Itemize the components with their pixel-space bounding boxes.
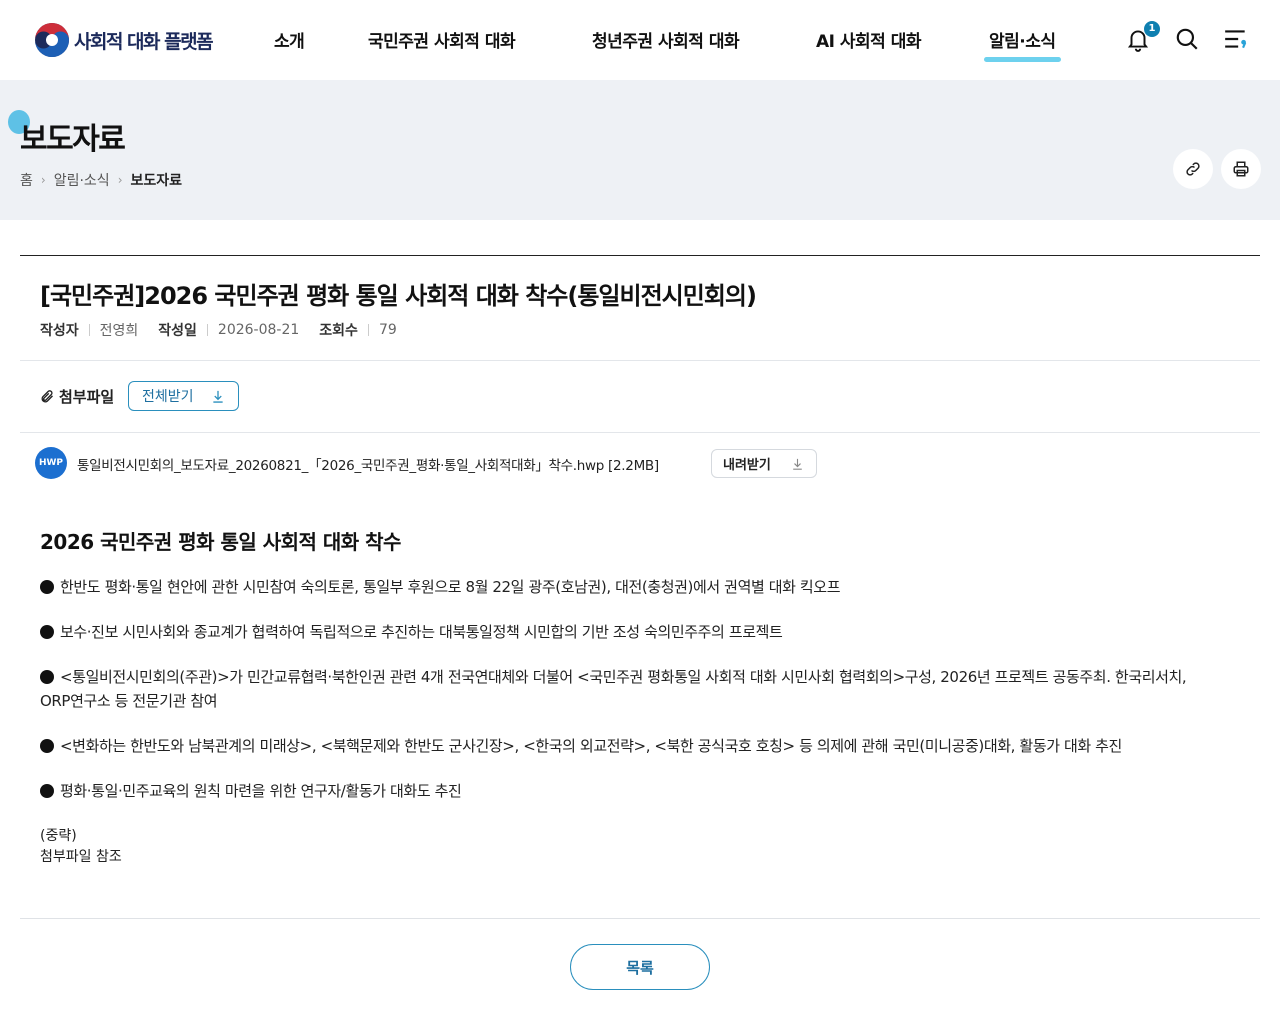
list-button[interactable]: 목록 — [570, 944, 710, 990]
chevron-right-icon: › — [40, 173, 46, 187]
taegeuk-logo-icon — [35, 23, 69, 57]
site-logo[interactable]: 사회적 대화 플랫폼 — [34, 22, 214, 58]
author-label: 작성자 — [40, 323, 79, 339]
download-all-button[interactable]: 전체받기 — [128, 381, 239, 411]
copy-link-button[interactable] — [1173, 149, 1213, 189]
paperclip-icon — [41, 390, 53, 403]
bullet-dot — [40, 625, 54, 639]
article-bottom-divider — [20, 918, 1260, 919]
article-title: [국민주권]2026 국민주권 평화 통일 사회적 대화 착수(통일비전시민회의… — [40, 282, 757, 310]
attachment-label: 첨부파일 — [40, 386, 114, 407]
menu-icon[interactable] — [1223, 26, 1249, 52]
search-icon[interactable] — [1174, 26, 1200, 52]
bullet-dot — [40, 739, 54, 753]
divider — [20, 360, 1260, 361]
page-banner — [0, 80, 1280, 220]
article-top-divider — [20, 255, 1260, 256]
breadcrumb-news[interactable]: 알림·소식 — [54, 170, 110, 190]
file-download-button[interactable]: 내려받기 — [711, 449, 817, 478]
nav-item-intro[interactable]: 소개 — [274, 27, 305, 52]
author-value: 전영희 — [99, 323, 139, 339]
download-all-label: 전체받기 — [142, 389, 194, 405]
date-value: 2026-08-21 — [217, 322, 300, 338]
bullet-dot — [40, 670, 54, 684]
link-icon — [1186, 162, 1200, 176]
hwp-file-icon: HWP — [35, 447, 67, 479]
nav-item-ai-dialogue[interactable]: AI 사회적 대화 — [816, 27, 922, 52]
body-bullet: <통일비전시민회의(주관)>가 민간교류협력·북한인권 관련 4개 전국연대체와… — [40, 668, 1222, 710]
body-bullet: 보수·진보 시민사회와 종교계가 협력하여 독립적으로 추진하는 대북통일정책 … — [40, 620, 1250, 644]
bullet-dot — [40, 784, 54, 798]
notification-badge: 1 — [1144, 21, 1160, 37]
chevron-right-icon: › — [117, 173, 123, 187]
print-icon — [1233, 161, 1249, 177]
see-attachment-note: 첨부파일 참조 — [40, 849, 122, 865]
nav-item-news[interactable]: 알림·소식 — [984, 27, 1061, 62]
file-download-label: 내려받기 — [723, 458, 771, 473]
views-value: 79 — [378, 322, 397, 338]
article-meta: 작성자 전영희 작성일 2026-08-21 조회수 79 — [40, 320, 417, 340]
meta-divider — [367, 324, 369, 336]
body-bullet: 한반도 평화·통일 현안에 관한 시민참여 숙의토론, 통일부 후원으로 8월 … — [40, 575, 1250, 599]
breadcrumb-home[interactable]: 홈 — [20, 170, 33, 190]
logo-text: 사회적 대화 플랫폼 — [74, 30, 214, 53]
date-label: 작성일 — [158, 323, 197, 339]
breadcrumb: 홈 › 알림·소식 › 보도자료 — [20, 170, 182, 190]
views-label: 조회수 — [319, 323, 358, 339]
site-header: 사회적 대화 플랫폼 소개 국민주권 사회적 대화 청년주권 사회적 대화 AI… — [0, 0, 1280, 80]
meta-divider — [206, 324, 208, 336]
body-bullet: <변화하는 한반도와 남북관계의 미래상>, <북핵문제와 한반도 군사긴장>,… — [40, 734, 1250, 758]
breadcrumb-current: 보도자료 — [130, 173, 183, 189]
body-bullet: 평화·통일·민주교육의 원칙 마련을 위한 연구자/활동가 대화도 추진 — [40, 779, 1250, 803]
page-title: 보도자료 — [20, 122, 126, 157]
nav-item-youth-dialogue[interactable]: 청년주권 사회적 대화 — [592, 27, 740, 52]
attachment-file-name[interactable]: 통일비전시민회의_보도자료_20260821_「2026_국민주권_평화·통일_… — [77, 454, 659, 474]
print-button[interactable] — [1221, 149, 1261, 189]
nav-item-citizen-dialogue[interactable]: 국민주권 사회적 대화 — [368, 27, 516, 52]
bullet-dot — [40, 580, 54, 594]
divider — [20, 432, 1260, 433]
meta-divider — [88, 324, 90, 336]
download-icon — [793, 458, 802, 470]
omitted-note: (중략) — [40, 828, 77, 844]
body-heading: 2026 국민주권 평화 통일 사회적 대화 착수 — [40, 530, 401, 554]
download-icon — [213, 390, 223, 403]
